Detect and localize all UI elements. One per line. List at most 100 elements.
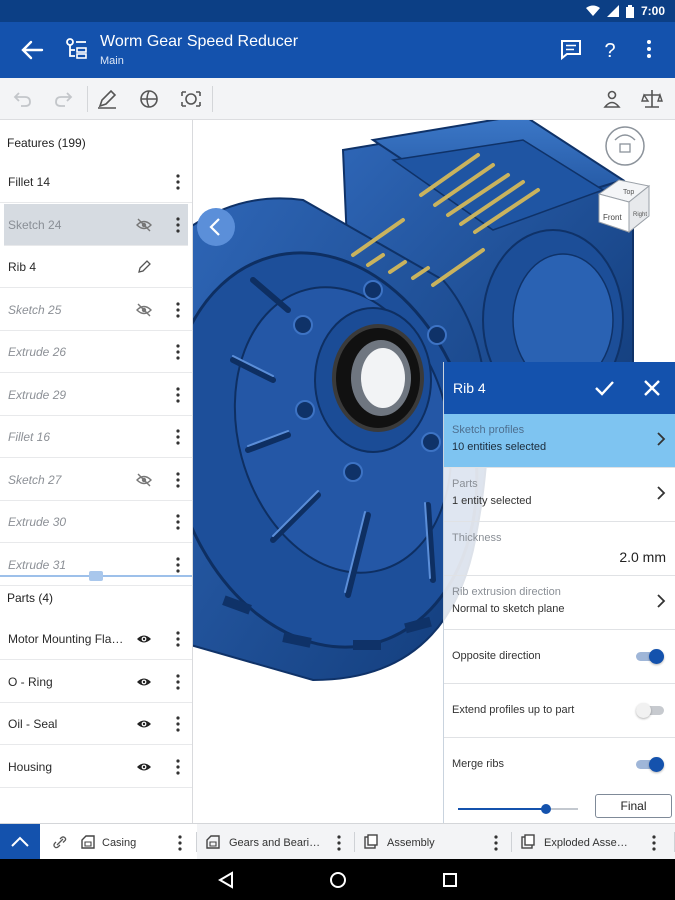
kebab-menu-icon[interactable] [176, 174, 180, 190]
feature-label: Extrude 26 [8, 345, 67, 359]
tab-label: Casing [102, 837, 137, 849]
eye-off-icon[interactable] [136, 303, 152, 317]
kebab-menu-icon[interactable] [178, 835, 182, 851]
kebab-menu-icon[interactable] [176, 471, 180, 488]
opposite-direction-toggle[interactable] [636, 649, 664, 664]
eye-icon[interactable] [136, 717, 152, 731]
part-label: Motor Mounting Fla… [8, 632, 124, 646]
field-caption: Thickness [452, 532, 502, 544]
chevron-right-icon [657, 594, 666, 608]
app-screen: 7:00 Worm Gear Speed Reducer Main ? Feat… [0, 0, 675, 900]
field-value: Normal to sketch plane [452, 603, 565, 615]
mass-properties-icon[interactable] [640, 87, 664, 111]
comments-icon[interactable] [558, 36, 584, 62]
redo-icon[interactable] [52, 87, 76, 111]
nav-home-icon[interactable] [328, 870, 348, 890]
kebab-menu-icon[interactable] [176, 386, 180, 403]
user-follow-icon[interactable] [600, 87, 624, 111]
kebab-menu-icon[interactable] [176, 716, 180, 732]
sketch-profiles-field[interactable]: Sketch profiles 10 entities selected [444, 414, 675, 468]
kebab-menu-icon[interactable] [176, 556, 180, 573]
kebab-menu-icon[interactable] [176, 429, 180, 445]
sketch-pencil-icon[interactable] [95, 87, 119, 111]
toolbar-divider [212, 86, 213, 112]
kebab-menu-icon[interactable] [176, 673, 180, 690]
thickness-value[interactable]: 2.0 mm [619, 549, 666, 565]
merge-ribs-toggle[interactable] [636, 757, 664, 772]
feature-list-icon[interactable] [64, 37, 88, 61]
view-cube[interactable]: Top Front Right [593, 124, 673, 244]
feature-label: Sketch 24 [8, 217, 62, 232]
direction-field[interactable]: Rib extrusion direction Normal to sketch… [444, 576, 675, 630]
document-tab[interactable]: Casing [40, 824, 197, 860]
kebab-menu-icon[interactable] [494, 835, 498, 851]
kebab-menu-icon[interactable] [176, 758, 180, 775]
feature-row[interactable]: Extrude 26 [0, 331, 192, 373]
chevron-right-icon [657, 432, 666, 446]
kebab-menu-icon[interactable] [176, 301, 180, 318]
cancel-close-icon[interactable] [640, 376, 664, 400]
toolbar-divider [87, 86, 88, 112]
overflow-menu-icon[interactable] [636, 36, 662, 62]
opposite-direction-row: Opposite direction [444, 630, 675, 684]
accept-checkmark-icon[interactable] [592, 376, 616, 400]
chevron-up-icon [11, 836, 29, 847]
field-caption: Rib extrusion direction [452, 586, 561, 598]
thickness-field[interactable]: Thickness 2.0 mm [444, 522, 675, 576]
feature-row[interactable]: Fillet 16 [0, 416, 192, 458]
kebab-menu-icon[interactable] [337, 835, 341, 851]
nav-recents-icon[interactable] [440, 870, 460, 890]
app-bar: Worm Gear Speed Reducer Main ? [0, 22, 675, 78]
kebab-menu-icon[interactable] [176, 514, 180, 530]
part-row[interactable]: O - Ring [0, 661, 192, 703]
collapse-panel-button[interactable] [197, 208, 235, 246]
feature-row[interactable]: Sketch 27 [0, 459, 192, 501]
feature-row[interactable]: Sketch 24 [4, 203, 188, 246]
clock: 7:00 [640, 4, 665, 18]
document-tab[interactable]: Gears and Beari… [197, 824, 355, 860]
document-tab[interactable]: Exploded Asse… [512, 824, 675, 860]
tab-label: Exploded Asse… [544, 837, 628, 849]
section-view-icon[interactable] [137, 87, 161, 111]
kebab-menu-icon[interactable] [652, 835, 656, 851]
final-button[interactable]: Final [595, 794, 672, 818]
feature-row[interactable]: Rib 4 [0, 246, 192, 288]
part-row[interactable]: Oil - Seal [0, 703, 192, 745]
eye-icon[interactable] [136, 675, 152, 689]
eye-icon[interactable] [136, 760, 152, 774]
kebab-menu-icon[interactable] [176, 216, 180, 233]
tab-manager-button[interactable] [0, 824, 40, 860]
part-row[interactable]: Housing [0, 746, 192, 788]
parts-field[interactable]: Parts 1 entity selected [444, 468, 675, 522]
nav-back-icon[interactable] [216, 870, 236, 890]
part-label: Oil - Seal [8, 717, 58, 731]
part-row[interactable]: Motor Mounting Fla… [0, 618, 192, 660]
document-tab[interactable]: Assembly [355, 824, 512, 860]
panel-resize-handle[interactable] [89, 571, 103, 581]
feature-label: Fillet 16 [8, 430, 51, 444]
measure-icon[interactable] [179, 87, 203, 111]
eye-off-icon[interactable] [136, 218, 152, 232]
assembly-icon [364, 834, 378, 849]
feature-row[interactable]: Extrude 29 [0, 374, 192, 416]
svg-text:?: ? [604, 40, 615, 62]
back-arrow-icon[interactable] [18, 38, 46, 62]
rollback-slider[interactable] [458, 802, 578, 816]
view-cube-front: Front [603, 213, 622, 222]
slider-thumb[interactable] [540, 804, 551, 814]
eye-icon[interactable] [136, 632, 152, 646]
feature-label: Fillet 14 [8, 175, 51, 189]
feature-row[interactable]: Extrude 30 [0, 501, 192, 543]
help-icon[interactable]: ? [597, 36, 623, 62]
undo-icon[interactable] [10, 87, 34, 111]
extend-profiles-toggle[interactable] [636, 703, 664, 718]
kebab-menu-icon[interactable] [176, 631, 180, 647]
eye-off-icon[interactable] [136, 473, 152, 487]
extend-profiles-row: Extend profiles up to part [444, 684, 675, 738]
part-label: O - Ring [8, 674, 53, 689]
wifi-icon [585, 5, 600, 16]
feature-row[interactable]: Sketch 25 [0, 289, 192, 331]
edit-pencil-icon[interactable] [136, 260, 152, 274]
kebab-menu-icon[interactable] [176, 344, 180, 360]
feature-row[interactable]: Fillet 14 [0, 161, 192, 203]
